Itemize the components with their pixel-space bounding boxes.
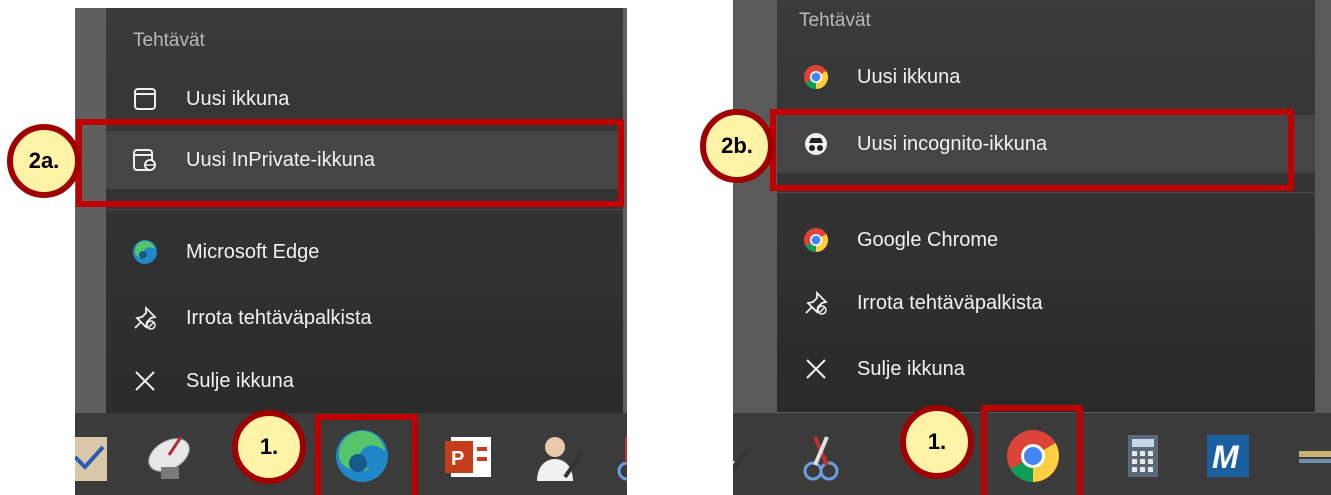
highlight-chrome-taskbar	[981, 405, 1083, 495]
calculator-icon[interactable]	[1114, 427, 1172, 485]
svg-text:M: M	[1212, 439, 1240, 475]
menu-section-title: Tehtävät	[799, 10, 871, 31]
chrome-jumplist-menu: Tehtävät Uusi ikkuna Uusi incognito-ikku…	[777, 0, 1315, 412]
snipping-tool-icon[interactable]	[791, 427, 849, 485]
menu-divider	[777, 192, 1315, 193]
chrome-icon	[801, 225, 831, 255]
edge-jumplist-menu: Tehtävät Uusi ikkuna Uusi InPrivate-ikku…	[106, 8, 623, 420]
menu-item-label: Irrota tehtäväpalkista	[857, 291, 1043, 314]
menu-item-label: Uusi ikkuna	[857, 65, 961, 88]
menu-item-new-window[interactable]: Uusi ikkuna	[777, 48, 1315, 106]
menu-divider	[106, 209, 623, 210]
callout-1-right: 1.	[900, 405, 974, 479]
callout-1-left: 1.	[232, 410, 306, 484]
menu-item-unpin[interactable]: Irrota tehtäväpalkista	[106, 289, 623, 347]
mail-icon[interactable]	[75, 427, 111, 485]
powerpoint-icon[interactable]: P	[441, 427, 499, 485]
menu-item-microsoft-edge[interactable]: Microsoft Edge	[106, 223, 623, 281]
unpin-icon	[801, 288, 831, 318]
m-app-icon[interactable]: M	[1199, 427, 1257, 485]
menu-item-label: Sulje ikkuna	[857, 357, 965, 380]
menu-item-label: Sulje ikkuna	[186, 369, 294, 392]
highlight-inprivate-item	[76, 119, 624, 207]
callout-2a: 2a.	[7, 124, 81, 198]
menu-item-unpin[interactable]: Irrota tehtäväpalkista	[777, 274, 1315, 332]
edge-icon	[130, 237, 160, 267]
unpin-icon	[130, 303, 160, 333]
menu-item-google-chrome[interactable]: Google Chrome	[777, 211, 1315, 269]
user-edit-icon[interactable]	[529, 427, 587, 485]
menu-item-label: Irrota tehtäväpalkista	[186, 306, 372, 329]
highlight-incognito-item	[770, 109, 1294, 191]
menu-item-label: Microsoft Edge	[186, 240, 320, 263]
menu-item-close-window[interactable]: Sulje ikkuna	[777, 340, 1315, 398]
menu-item-label: Uusi ikkuna	[186, 87, 290, 110]
user-edit-icon[interactable]	[733, 427, 753, 485]
window-icon	[130, 84, 160, 114]
close-icon	[130, 366, 160, 396]
satellite-icon[interactable]	[141, 427, 199, 485]
callout-2b: 2b.	[700, 109, 774, 183]
chrome-icon	[801, 62, 831, 92]
menu-item-close-window[interactable]: Sulje ikkuna	[106, 352, 623, 410]
taskbar-icon-partial[interactable]	[1293, 427, 1331, 485]
highlight-edge-taskbar	[315, 414, 418, 495]
close-icon	[801, 354, 831, 384]
snipping-tool-icon[interactable]	[617, 427, 627, 485]
menu-section-title: Tehtävät	[133, 30, 205, 51]
svg-text:P: P	[451, 448, 464, 470]
menu-item-label: Google Chrome	[857, 228, 999, 251]
